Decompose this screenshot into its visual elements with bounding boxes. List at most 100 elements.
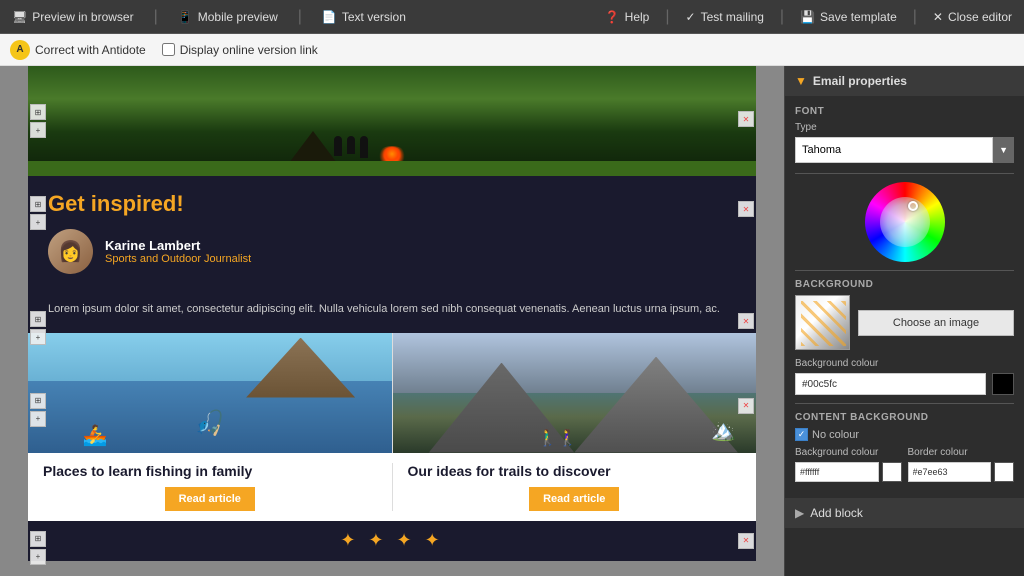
activity-images-row: 🚣 🚶‍♂️🚶‍♀️: [28, 333, 756, 453]
section4-controls: ⊞ +: [30, 531, 46, 565]
no-colour-checkbox-label[interactable]: ✓ No colour: [795, 428, 859, 441]
content-bg-col: Background colour #ffffff: [795, 447, 902, 482]
activities-section-content: 🚣 🚶‍♂️🚶‍♀️: [28, 333, 756, 521]
font-type-label: Type: [795, 122, 1014, 133]
fishing-person: 🚣: [83, 423, 108, 448]
doc-icon: 📄: [322, 10, 337, 24]
hiking-image: 🚶‍♂️🚶‍♀️: [393, 333, 757, 453]
preview-browser-btn[interactable]: 🖥 Preview in browser: [12, 10, 134, 24]
monitor-icon: 🖥: [12, 10, 27, 24]
separator3: |: [665, 8, 669, 26]
text-version-btn[interactable]: 📄 Text version: [322, 10, 406, 24]
section1-delete: ✕: [738, 111, 754, 127]
save-template-btn[interactable]: 💾 Save template: [800, 10, 897, 24]
person2: [347, 136, 355, 154]
separator4: |: [780, 8, 784, 26]
activity-col-1: Places to learn fishing in family Read a…: [28, 463, 392, 511]
section1-controls: ⊞ +: [30, 104, 46, 138]
section4-move-icon[interactable]: ⊞: [30, 531, 46, 547]
lorem-paragraph: Lorem ipsum dolor sit amet, consectetur …: [48, 301, 736, 318]
divider1: [795, 173, 1014, 174]
section3-add-icon[interactable]: +: [30, 411, 46, 427]
section4-delete-btn[interactable]: ✕: [738, 533, 754, 549]
section3-controls: ⊞ +: [30, 393, 46, 427]
section2-controls: ⊞ +: [30, 196, 46, 230]
inspired-title: Get inspired!: [48, 191, 736, 217]
mobile-preview-btn[interactable]: 📱 Mobile preview: [178, 10, 278, 24]
close-editor-btn[interactable]: ✕ Close editor: [933, 10, 1012, 24]
activity1-title: Places to learn fishing in family: [43, 463, 377, 479]
panel-content: FONT Type Tahoma Arial Georgia Verdana ▼: [785, 96, 1024, 498]
help-icon: ❓: [605, 10, 620, 24]
content-border-swatch[interactable]: [994, 462, 1014, 482]
inspired-section-content: Get inspired! 👩 Karine Lambert Sports an…: [28, 176, 756, 301]
camping-image: [28, 66, 756, 176]
bg-colour-input[interactable]: #00c5fc: [795, 373, 986, 395]
person1: [334, 136, 342, 156]
chevron-down-icon: ▼: [795, 74, 807, 88]
section2b-delete: ✕: [738, 313, 754, 329]
bg-preview-row: Choose an image: [795, 295, 1014, 350]
section1-add-icon[interactable]: +: [30, 122, 46, 138]
online-version-checkbox[interactable]: [162, 43, 175, 56]
content-bg-swatch[interactable]: [882, 462, 902, 482]
section-activities: ⊞ + ✕ 🚣: [28, 333, 756, 521]
test-mailing-btn[interactable]: ✓ Test mailing: [686, 10, 764, 24]
antidote-icon: A: [10, 40, 30, 60]
color-cursor[interactable]: [908, 201, 918, 211]
separator5: |: [913, 8, 917, 26]
author-row: 👩 Karine Lambert Sports and Outdoor Jour…: [48, 229, 736, 274]
section2-delete-btn[interactable]: ✕: [738, 201, 754, 217]
font-section-label: FONT: [795, 106, 1014, 117]
no-colour-checkbox[interactable]: ✓: [795, 428, 808, 441]
activity-col-2: Our ideas for trails to discover Read ar…: [393, 463, 757, 511]
section1-delete-btn[interactable]: ✕: [738, 111, 754, 127]
color-wheel[interactable]: [865, 182, 945, 262]
section-lorem: ⊞ + ✕ Lorem ipsum dolor sit amet, consec…: [28, 301, 756, 333]
bg-colour-row: #00c5fc: [795, 373, 1014, 395]
section2b-add-icon[interactable]: +: [30, 329, 46, 345]
background-section-label: BACKGROUND: [795, 279, 1014, 290]
divider3: [795, 403, 1014, 404]
right-panel: ▼ Email properties FONT Type Tahoma Aria…: [784, 66, 1024, 576]
people-silhouettes: [334, 136, 368, 158]
section2-move-icon[interactable]: ⊞: [30, 196, 46, 212]
antidote-button[interactable]: A Correct with Antidote: [10, 40, 146, 60]
no-colour-text: No colour: [812, 429, 859, 441]
grass-strip: [28, 161, 756, 176]
author-info: Karine Lambert Sports and Outdoor Journa…: [105, 238, 251, 265]
section3-move-icon[interactable]: ⊞: [30, 393, 46, 409]
read-article-btn-1[interactable]: Read article: [165, 487, 255, 511]
section2b-delete-btn[interactable]: ✕: [738, 313, 754, 329]
hike-sky: [393, 333, 757, 393]
content-border-input[interactable]: #e7ee63: [908, 462, 992, 482]
author-name: Karine Lambert: [105, 238, 251, 253]
online-version-toggle[interactable]: Display online version link: [162, 43, 318, 57]
choose-image-button[interactable]: Choose an image: [858, 310, 1014, 336]
email-properties-header[interactable]: ▼ Email properties: [785, 66, 1024, 96]
bg-colour-swatch[interactable]: [992, 373, 1014, 395]
section1-move-icon[interactable]: ⊞: [30, 104, 46, 120]
hiking-bg: 🚶‍♂️🚶‍♀️: [393, 333, 757, 453]
color-picker-area[interactable]: [795, 182, 1014, 262]
bg-colour-label: Background colour: [795, 358, 1014, 369]
section2-add-icon[interactable]: +: [30, 214, 46, 230]
lorem-section: Lorem ipsum dolor sit amet, consectetur …: [28, 301, 756, 333]
check-icon: ✓: [686, 10, 696, 24]
toolbar-left: 🖥 Preview in browser | 📱 Mobile preview …: [12, 8, 406, 26]
read-article-btn-2[interactable]: Read article: [529, 487, 619, 511]
main-layout: ⊞ + ✕: [0, 66, 1024, 576]
section2b-move-icon[interactable]: ⊞: [30, 311, 46, 327]
section3-delete-btn[interactable]: ✕: [738, 398, 754, 414]
fishing-bg: 🚣: [28, 333, 392, 453]
divider2: [795, 270, 1014, 271]
section4-add-icon[interactable]: +: [30, 549, 46, 565]
antidote-label: Correct with Antidote: [35, 43, 146, 57]
add-block-button[interactable]: ▶ Add block: [785, 498, 1024, 528]
fireworks-display: ✦ ✦ ✦ ✦: [340, 530, 443, 551]
help-btn[interactable]: ❓ Help: [605, 10, 650, 24]
bg-image-preview[interactable]: [795, 295, 850, 350]
content-bg-input[interactable]: #ffffff: [795, 462, 879, 482]
font-select[interactable]: Tahoma Arial Georgia Verdana: [795, 137, 993, 163]
content-border-inner: #e7ee63: [908, 462, 1015, 482]
